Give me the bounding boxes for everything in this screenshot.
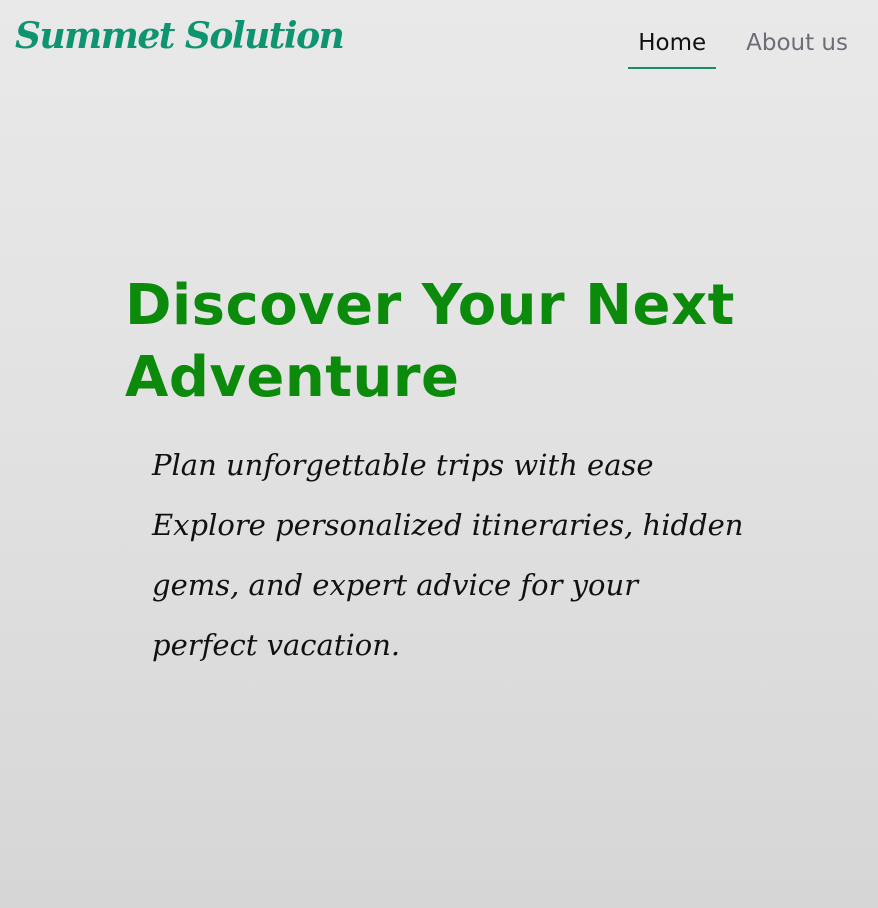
nav-about-link[interactable]: About us [736, 28, 848, 69]
brand-logo[interactable]: Summet Solution [15, 18, 345, 54]
hero-description: Plan unforgettable trips with ease Explo… [152, 448, 744, 662]
nav-home-link[interactable]: Home [628, 28, 717, 69]
navbar: Summet Solution Home About us [0, 0, 878, 90]
nav-links: Home About us [628, 28, 848, 69]
hero-title: Discover Your Next Adventure [125, 273, 735, 410]
